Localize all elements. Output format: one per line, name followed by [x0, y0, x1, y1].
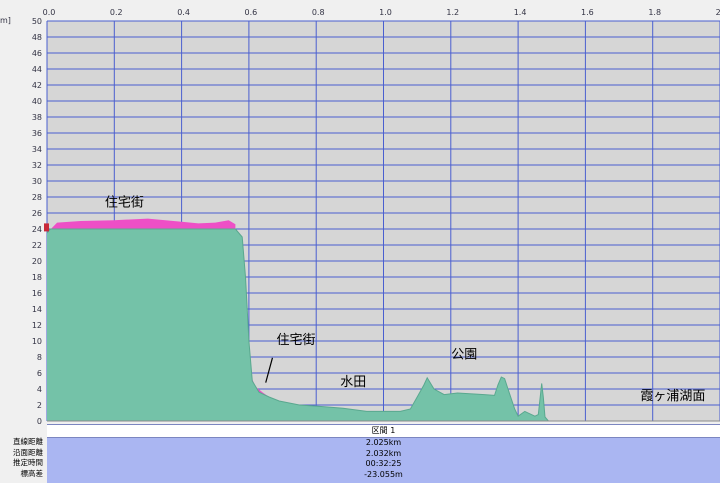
label-elevation-diff: 標高差 — [20, 468, 44, 478]
y-tick-label: 40 — [32, 97, 42, 106]
value-surface-distance: 2.032km — [365, 448, 402, 458]
y-tick-label: 26 — [32, 209, 42, 218]
y-tick-label: 0 — [37, 417, 42, 424]
elevation-chart: 0246810121416182022242628303234363840424… — [0, 8, 720, 424]
y-tick-label: 30 — [32, 177, 42, 186]
y-tick-label: 48 — [32, 33, 42, 42]
y-tick-label: 36 — [32, 129, 42, 138]
x-tick-label: 0.0 — [43, 8, 56, 17]
x-tick-label: 1.4 — [514, 8, 527, 17]
y-tick-label: 32 — [32, 161, 42, 170]
y-tick-label: 12 — [32, 321, 42, 330]
y-tick-label: 22 — [32, 241, 42, 250]
panel-labels: 直線距離 沿面距離 推定時間 標高差 — [0, 437, 46, 479]
y-tick-label: 16 — [32, 289, 42, 298]
label-surface-distance: 沿面距離 — [13, 447, 43, 457]
label-estimated-time: 推定時間 — [13, 458, 43, 467]
x-tick-label: 1.8 — [648, 8, 661, 17]
start-marker — [44, 223, 49, 232]
y-tick-label: 46 — [32, 49, 42, 58]
x-tick-label: 0.4 — [177, 8, 190, 17]
annotation-label: 水田 — [340, 375, 366, 390]
y-tick-label: 28 — [32, 193, 42, 202]
x-tick-label: 1.0 — [379, 8, 392, 17]
y-tick-label: 14 — [32, 305, 42, 314]
y-tick-label: 38 — [32, 113, 42, 122]
section-summary-panel: 区間 1 2.025km 2.032km 00:32:25 -23.055m — [47, 424, 720, 483]
value-elevation-diff: -23.055m — [364, 469, 403, 479]
y-tick-label: 42 — [32, 81, 42, 90]
x-tick-label: 1.6 — [581, 8, 594, 17]
y-tick-label: 6 — [37, 369, 42, 378]
annotation-label: 住宅街 — [277, 333, 316, 348]
y-tick-label: 44 — [32, 65, 42, 74]
annotation-label: 霞ヶ浦湖面 — [640, 389, 705, 404]
y-tick-label: 4 — [37, 385, 42, 394]
y-unit-label: m] — [0, 16, 11, 25]
value-estimated-time: 00:32:25 — [365, 459, 402, 468]
label-straight-distance: 直線距離 — [13, 437, 43, 446]
y-tick-label: 34 — [32, 145, 42, 154]
annotation-label: 住宅街 — [105, 196, 144, 211]
y-tick-label: 2 — [37, 401, 42, 410]
x-tick-label: 0.8 — [312, 8, 325, 17]
x-tick-label: 0.2 — [110, 8, 123, 17]
y-tick-label: 20 — [32, 257, 42, 266]
x-tick-label: 2.0 — [716, 8, 720, 17]
value-straight-distance: 2.025km — [365, 438, 402, 447]
x-tick-label: 1.2 — [446, 8, 459, 17]
y-tick-label: 50 — [32, 17, 42, 26]
y-tick-label: 18 — [32, 273, 42, 282]
section-header[interactable]: 区間 1 — [47, 425, 720, 438]
annotation-label: 公園 — [451, 348, 477, 363]
y-tick-label: 8 — [37, 353, 42, 362]
x-tick-label: 0.6 — [245, 8, 258, 17]
y-tick-label: 10 — [32, 337, 42, 346]
y-tick-label: 24 — [32, 225, 42, 234]
